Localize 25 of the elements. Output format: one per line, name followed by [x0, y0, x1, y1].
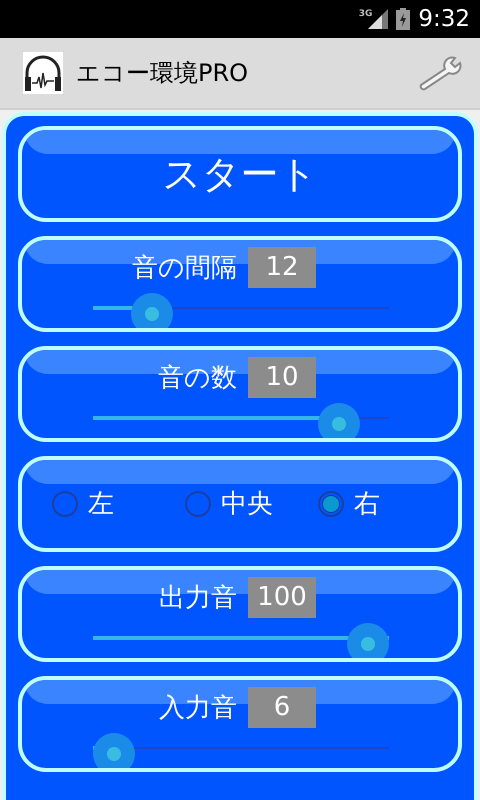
radio-button[interactable] [318, 491, 344, 517]
value-display: 12 [248, 247, 316, 288]
radio-button[interactable] [185, 491, 211, 517]
wrench-icon [417, 55, 463, 91]
slider-thumb[interactable] [131, 293, 174, 328]
radio-option[interactable]: 中央 [185, 488, 318, 520]
clock: 9:32 [418, 4, 470, 34]
battery-icon [396, 8, 410, 30]
network-label: 3G [358, 9, 372, 19]
slider-label: 出力音 [158, 582, 237, 614]
value-display: 10 [248, 357, 316, 398]
slider-thumb[interactable] [93, 733, 135, 768]
slider-label: 音の数 [157, 362, 237, 394]
slider-label: 音の間隔 [131, 252, 237, 284]
radio-option[interactable]: 右 [318, 488, 438, 520]
start-button[interactable]: スタート [18, 126, 462, 222]
slider-thumb[interactable] [347, 623, 389, 658]
headphones-icon [22, 51, 64, 95]
app-title: エコー環境PRO [76, 58, 248, 89]
slider-thumb[interactable] [318, 403, 360, 438]
value-display: 100 [248, 577, 316, 618]
slider-label: 入力音 [158, 692, 237, 724]
value-display: 6 [248, 687, 316, 728]
radio-option[interactable]: 左 [52, 488, 185, 520]
radio-button[interactable] [52, 491, 78, 517]
